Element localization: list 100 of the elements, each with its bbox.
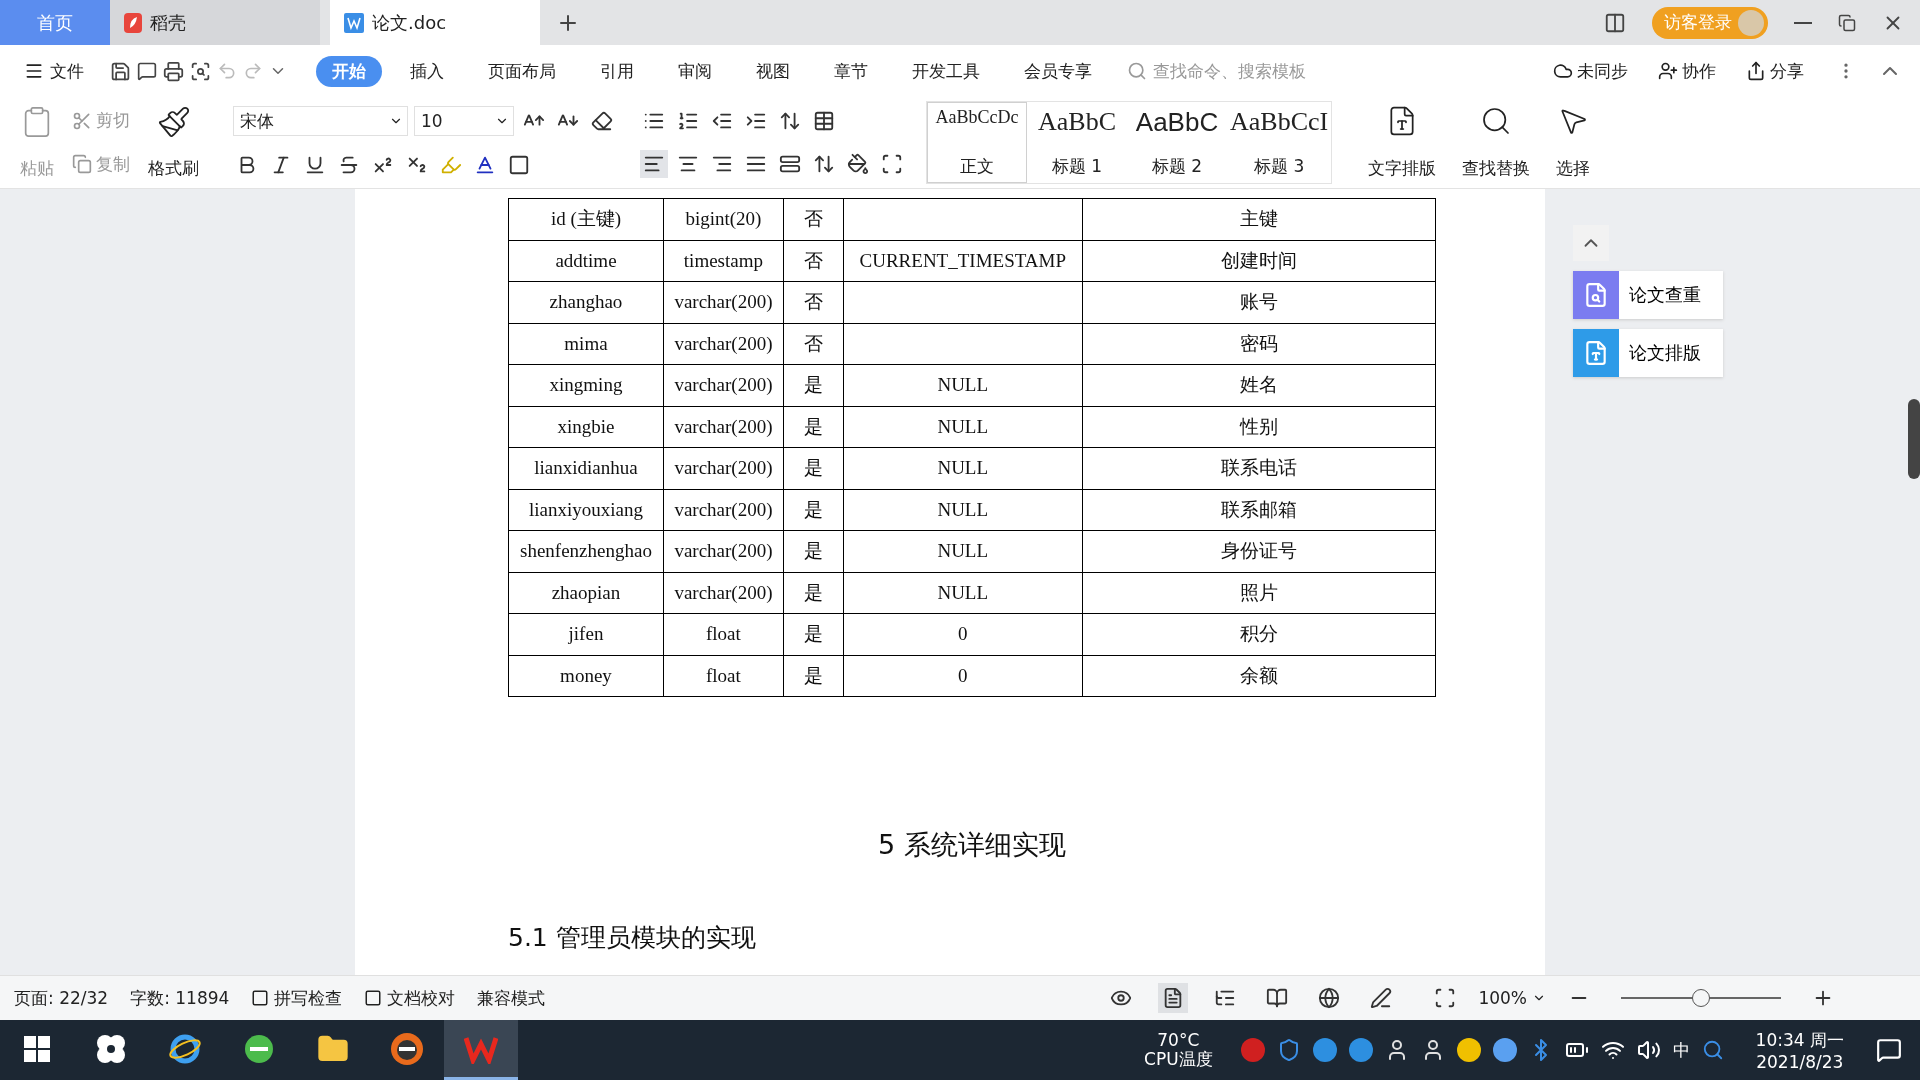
style-preset[interactable]: AaBbCcI 标题 3: [1227, 102, 1332, 183]
table-cell: 是: [783, 655, 844, 697]
side-panel-button[interactable]: 论文排版: [1573, 329, 1723, 377]
table-cell: jifen: [508, 613, 664, 655]
file-menu[interactable]: 文件: [18, 58, 90, 84]
table-icon: [813, 109, 835, 132]
scissors-icon: [72, 110, 92, 131]
proofread-button[interactable]: 文档校对: [364, 986, 456, 1010]
command-search-field[interactable]: 查找命令、搜索模板: [1127, 60, 1351, 82]
table-cell: float: [663, 613, 784, 655]
collapse-button[interactable]: [1573, 225, 1609, 261]
compat-mode-button[interactable]: 兼容模式: [477, 986, 546, 1010]
table-cell: mima: [508, 323, 664, 365]
select-button[interactable]: 选择: [1550, 101, 1597, 184]
window-tab[interactable]: 稻壳: [110, 0, 320, 45]
tray-app-icon[interactable]: [1312, 1038, 1337, 1062]
table-cell: 姓名: [1082, 364, 1436, 406]
clock-time[interactable]: 10:34 周一: [1755, 1028, 1844, 1052]
spell-check-button[interactable]: 拼写检查: [251, 986, 343, 1010]
preview-icon[interactable]: [190, 60, 211, 82]
volume-icon[interactable]: [1636, 1038, 1661, 1062]
document-icon: [344, 12, 364, 33]
ribbon-tab[interactable]: 章节: [818, 55, 884, 87]
minimize-icon: [1794, 21, 1812, 24]
table-cell: 账号: [1082, 281, 1436, 323]
table-cell: NULL: [843, 572, 1083, 614]
ribbon-tab[interactable]: 会员专享: [1008, 55, 1108, 87]
table-cell: bigint(20): [663, 198, 784, 240]
save-icon[interactable]: [110, 60, 131, 82]
font-field[interactable]: 宋体: [233, 106, 408, 137]
style-name: 标题 2: [1151, 155, 1203, 178]
table-cell: 是: [783, 406, 844, 448]
char-border-icon: [508, 153, 530, 176]
cpu-temperature: 70°C: [1157, 1031, 1200, 1050]
table-cell: 性别: [1082, 406, 1436, 448]
toolbar-button[interactable]: 分享: [1740, 58, 1810, 84]
table-cell: 否: [783, 198, 844, 240]
avatar-icon: [1738, 9, 1764, 36]
toolbar-button[interactable]: 未同步: [1547, 58, 1634, 84]
ime-indicator[interactable]: 中: [1672, 1038, 1690, 1062]
tray-app-icon[interactable]: [1456, 1038, 1481, 1062]
table-cell: float: [663, 655, 784, 697]
table-cell: 是: [783, 613, 844, 655]
table-cell: 否: [783, 240, 844, 282]
table-cell: 积分: [1082, 613, 1436, 655]
table-cell: varchar(200): [663, 364, 784, 406]
style-sample: AaBbC: [1038, 107, 1116, 137]
paint-bucket-icon: [847, 153, 869, 176]
ribbon-tab[interactable]: 引用: [584, 55, 650, 87]
zoom-dropdown[interactable]: 100%: [1478, 988, 1546, 1008]
leaf-icon: [124, 12, 142, 33]
table-cell: NULL: [843, 447, 1083, 489]
table-cell: NULL: [843, 364, 1083, 406]
find-replace-button[interactable]: 查找替换: [1456, 101, 1537, 184]
window-tab[interactable]: 论文.doc: [330, 0, 540, 45]
search-icon[interactable]: [1701, 1039, 1724, 1061]
side-panel-button[interactable]: 论文查重: [1573, 271, 1723, 319]
chat-icon[interactable]: [137, 61, 157, 81]
border-icon: [881, 153, 903, 176]
text-layout-button[interactable]: 文字排版: [1362, 101, 1443, 184]
table-cell: 联系邮箱: [1082, 489, 1436, 531]
size-field[interactable]: 10: [414, 106, 514, 137]
scrollbar-thumb[interactable]: [1908, 399, 1920, 479]
style-preset[interactable]: AaBbCcDc 正文: [927, 102, 1027, 183]
ribbon-tab[interactable]: 插入: [394, 55, 460, 87]
format-painter-button[interactable]: 格式刷: [142, 101, 205, 184]
print-icon[interactable]: [163, 60, 184, 82]
cloud-icon: [1553, 61, 1573, 81]
table-cell: 是: [783, 447, 844, 489]
pen-icon: [1370, 987, 1393, 1009]
table-cell: varchar(200): [663, 572, 784, 614]
ribbon-tab[interactable]: 开发工具: [896, 55, 996, 87]
table-cell: NULL: [843, 489, 1083, 531]
table-cell: money: [508, 655, 664, 697]
style-preset[interactable]: AaBbC 标题 2: [1127, 102, 1227, 183]
ribbon-tab[interactable]: 页面布局: [472, 55, 572, 87]
table-cell: varchar(200): [663, 406, 784, 448]
tray-app-icon[interactable]: [1492, 1038, 1517, 1062]
clock-date[interactable]: 2021/8/23: [1756, 1051, 1844, 1072]
restore-icon: [1838, 13, 1856, 32]
table-cell: xingbie: [508, 406, 664, 448]
tray-app-icon[interactable]: [1348, 1038, 1373, 1062]
ribbon-tab[interactable]: 视图: [740, 55, 806, 87]
table-cell: varchar(200): [663, 281, 784, 323]
table-cell: id (主键): [508, 198, 664, 240]
share-icon: [1746, 61, 1766, 81]
table-cell: NULL: [843, 406, 1083, 448]
ribbon-tab[interactable]: 审阅: [662, 55, 728, 87]
menu-icon: [24, 61, 44, 81]
section-heading: 5 系统详细实现: [877, 828, 1067, 862]
toolbar-button[interactable]: 协作: [1652, 58, 1722, 84]
table-cell: 照片: [1082, 572, 1436, 614]
fit-page-icon[interactable]: [1434, 987, 1457, 1009]
page-view-button[interactable]: [1158, 983, 1189, 1013]
style-sample: AaBbCcI: [1230, 107, 1329, 137]
style-preset[interactable]: AaBbC 标题 1: [1027, 102, 1127, 183]
slider-thumb[interactable]: [1692, 989, 1710, 1007]
notification-icon[interactable]: [1876, 1037, 1902, 1063]
align-button[interactable]: [640, 150, 668, 179]
table-cell: zhanghao: [508, 281, 664, 323]
